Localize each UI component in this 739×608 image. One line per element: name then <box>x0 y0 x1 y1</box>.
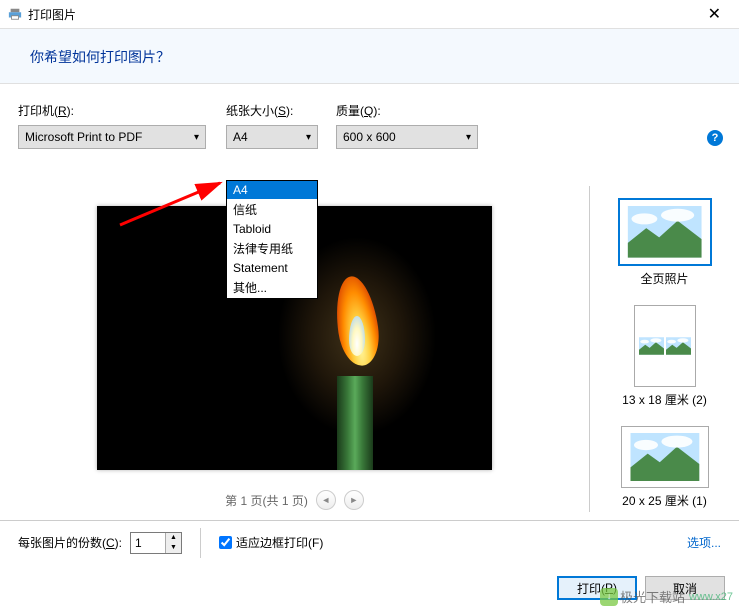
paper-option[interactable]: A4 <box>227 181 317 199</box>
titlebar: 打印图片 ✕ <box>0 0 739 28</box>
layout-item[interactable]: 20 x 25 厘米 (1) <box>594 422 735 512</box>
chevron-down-icon: ▾ <box>306 132 311 143</box>
close-icon[interactable]: ✕ <box>698 4 731 24</box>
paper-select[interactable]: A4 ▾ <box>226 125 318 149</box>
bottom-bar: 每张图片的份数(C): ▲▼ 适应边框打印(F) 选项... <box>0 520 739 564</box>
layout-label: 20 x 25 厘米 (1) <box>622 492 707 509</box>
printer-group: 打印机(R): Microsoft Print to PDF ▾ <box>18 102 206 149</box>
printer-label: 打印机(R): <box>18 102 206 119</box>
window-title: 打印图片 <box>28 6 76 23</box>
chevron-down-icon: ▾ <box>194 132 199 143</box>
paper-option[interactable]: 其他... <box>227 277 317 298</box>
paper-dropdown[interactable]: A4信纸Tabloid法律专用纸Statement其他... <box>226 180 318 299</box>
spin-buttons[interactable]: ▲▼ <box>165 533 181 553</box>
printer-select[interactable]: Microsoft Print to PDF ▾ <box>18 125 206 149</box>
help-icon[interactable]: ? <box>707 130 723 146</box>
quality-select[interactable]: 600 x 600 ▾ <box>336 125 478 149</box>
header-band: 你希望如何打印图片？ <box>0 28 739 84</box>
prev-page-button[interactable]: ◄ <box>316 490 336 510</box>
layout-item[interactable]: 13 x 18 厘米 (2) <box>594 301 735 412</box>
fit-frame-checkbox[interactable]: 适应边框打印(F) <box>219 534 323 551</box>
print-button[interactable]: 打印(P) <box>557 576 637 600</box>
paper-label: 纸张大小(S): <box>226 102 318 119</box>
spin-up[interactable]: ▲ <box>166 533 181 543</box>
paper-option[interactable]: Tabloid <box>227 220 317 238</box>
paper-option[interactable]: 法律专用纸 <box>227 238 317 259</box>
quality-label: 质量(Q): <box>336 102 478 119</box>
paper-group: 纸张大小(S): A4 ▾ <box>226 102 318 149</box>
next-page-button[interactable]: ► <box>344 490 364 510</box>
quality-group: 质量(Q): 600 x 600 ▾ <box>336 102 478 149</box>
printer-icon <box>8 7 22 21</box>
spin-down[interactable]: ▼ <box>166 543 181 553</box>
printer-value: Microsoft Print to PDF <box>25 130 142 144</box>
copies-label: 每张图片的份数(C): <box>18 534 122 551</box>
layout-label: 全页照片 <box>640 270 688 287</box>
header-question: 你希望如何打印图片？ <box>30 47 709 67</box>
divider <box>200 528 201 558</box>
page-indicator: 第 1 页(共 1 页) ◄ ► <box>225 490 364 510</box>
paper-option[interactable]: 信纸 <box>227 199 317 220</box>
main-area: 第 1 页(共 1 页) ◄ ► 全页照片 13 x 18 厘米 (2) 20 x … <box>0 186 739 512</box>
controls-row: 打印机(R): Microsoft Print to PDF ▾ 纸张大小(S)… <box>0 84 739 149</box>
layouts-panel[interactable]: 全页照片 13 x 18 厘米 (2) 20 x 25 厘米 (1) <box>589 186 739 512</box>
chevron-down-icon: ▾ <box>466 132 471 143</box>
copies-spinner[interactable]: ▲▼ <box>130 532 182 554</box>
layout-item[interactable]: 全页照片 <box>594 194 735 291</box>
copies-input[interactable] <box>131 533 165 553</box>
fit-frame-input[interactable] <box>219 536 232 549</box>
fit-frame-label: 适应边框打印(F) <box>236 534 323 551</box>
quality-value: 600 x 600 <box>343 130 396 144</box>
layout-label: 13 x 18 厘米 (2) <box>622 391 707 408</box>
paper-value: A4 <box>233 130 248 144</box>
paper-option[interactable]: Statement <box>227 259 317 277</box>
page-text: 第 1 页(共 1 页) <box>225 492 308 509</box>
button-row: 打印(P) 取消 <box>557 576 725 600</box>
options-link[interactable]: 选项... <box>687 534 721 551</box>
cancel-button[interactable]: 取消 <box>645 576 725 600</box>
